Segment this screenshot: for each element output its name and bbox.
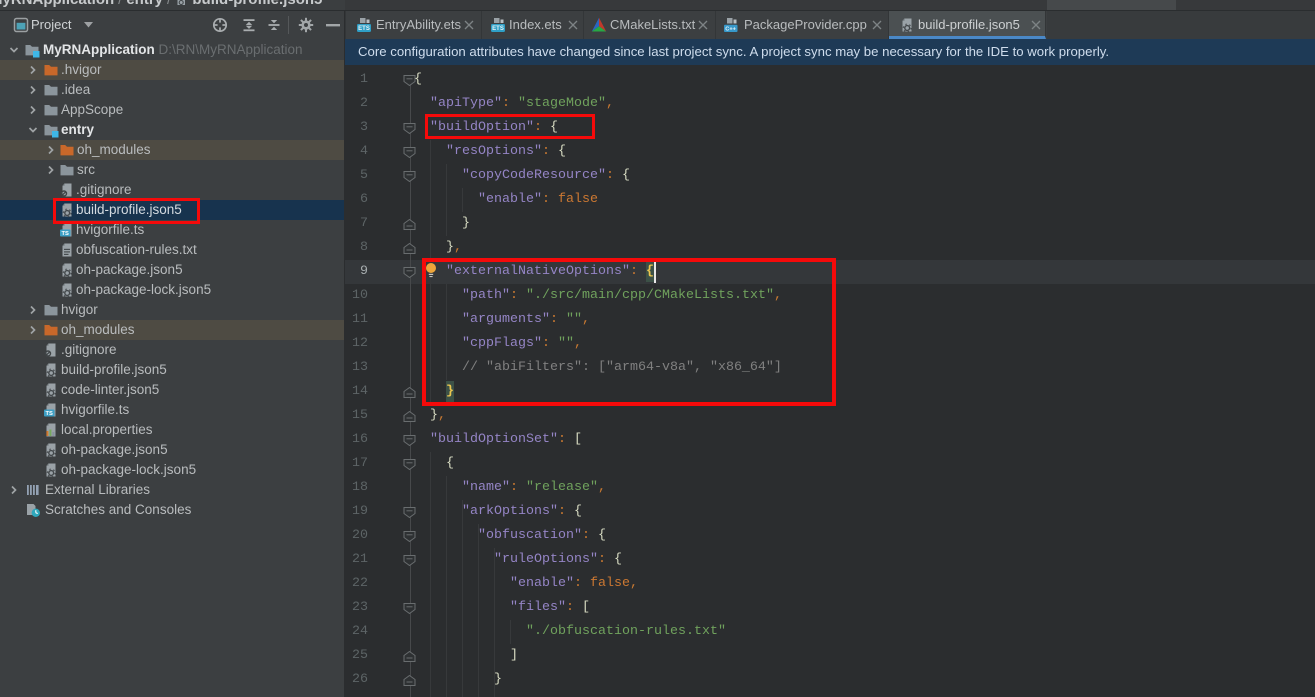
svg-text:TS: TS bbox=[61, 231, 69, 237]
svg-text:ETS: ETS bbox=[358, 26, 370, 32]
svg-text:TS: TS bbox=[45, 411, 53, 417]
svg-text:ETS: ETS bbox=[492, 26, 504, 32]
svg-text:C++: C++ bbox=[725, 26, 736, 32]
